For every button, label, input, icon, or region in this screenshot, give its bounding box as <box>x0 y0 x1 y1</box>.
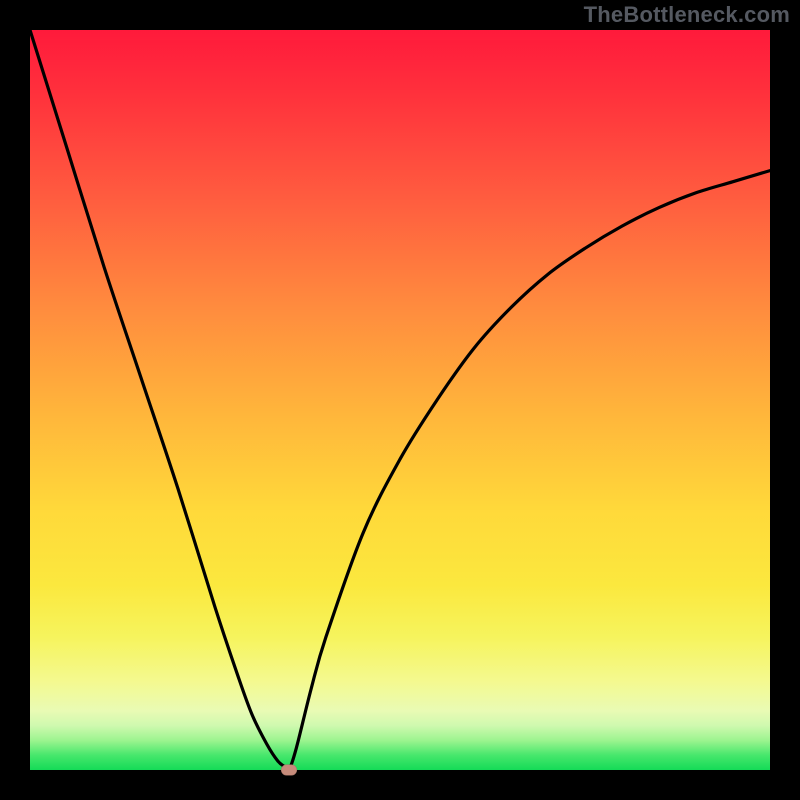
optimum-marker <box>281 765 297 776</box>
curve-svg <box>30 30 770 770</box>
watermark-text: TheBottleneck.com <box>584 2 790 28</box>
plot-area <box>30 30 770 770</box>
bottleneck-curve-path <box>30 30 770 770</box>
chart-frame: TheBottleneck.com <box>0 0 800 800</box>
